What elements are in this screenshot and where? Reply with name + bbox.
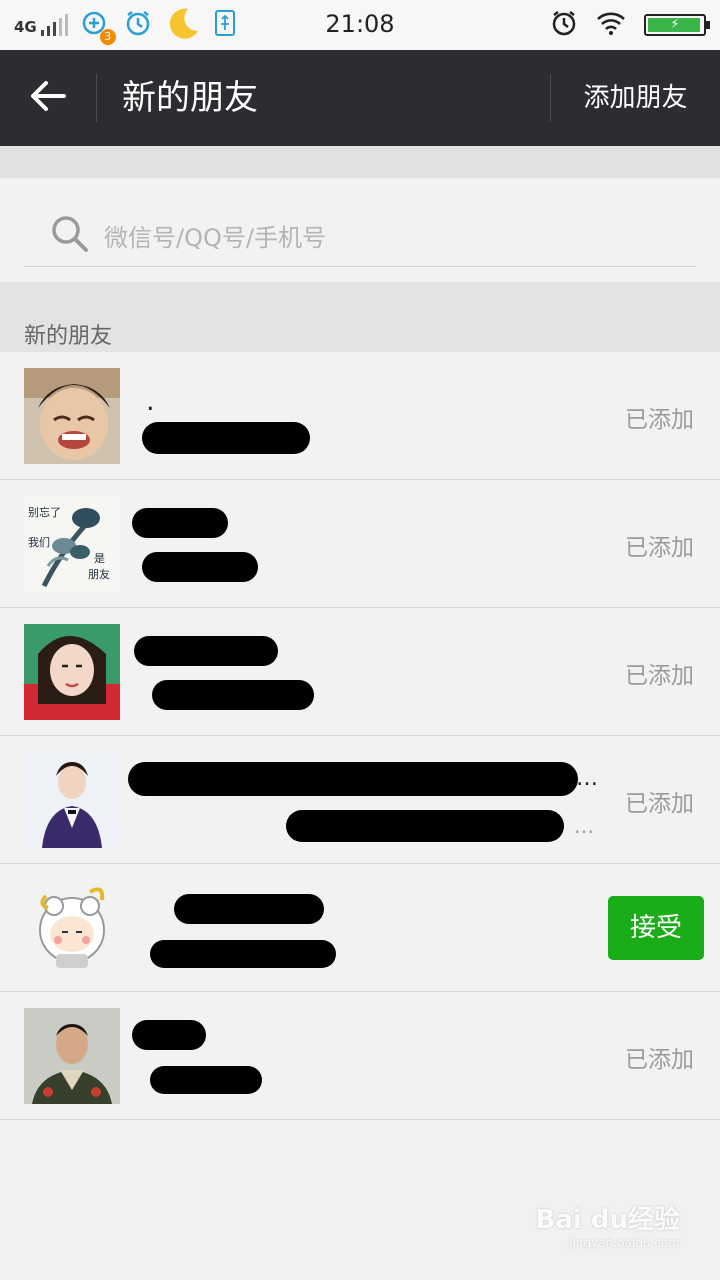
added-status: 已添加 bbox=[625, 535, 694, 561]
contact-name: . bbox=[146, 386, 155, 417]
redaction-mark bbox=[286, 810, 564, 842]
alarm-clock-icon bbox=[550, 9, 578, 41]
redaction-mark bbox=[152, 680, 314, 710]
ellipsis: … bbox=[574, 814, 594, 838]
search-input[interactable]: 微信号/QQ号/手机号 bbox=[24, 204, 696, 267]
list-item[interactable]: . 已添加 bbox=[0, 352, 720, 480]
redaction-mark bbox=[134, 636, 278, 666]
ellipsis: … bbox=[576, 766, 598, 791]
redaction-mark bbox=[132, 1020, 206, 1050]
avatar bbox=[24, 624, 120, 720]
search-icon bbox=[50, 214, 90, 258]
avatar bbox=[24, 752, 120, 848]
added-status: 已添加 bbox=[625, 407, 694, 433]
avatar: 别忘了我们是朋友 bbox=[24, 496, 120, 592]
search-area: 微信号/QQ号/手机号 bbox=[0, 178, 720, 282]
header-divider bbox=[96, 74, 97, 122]
list-item[interactable]: 已添加 bbox=[0, 608, 720, 736]
redaction-mark bbox=[128, 762, 578, 796]
watermark-brand: Bai du经验 bbox=[535, 1205, 680, 1235]
redaction-mark bbox=[150, 940, 336, 968]
list-item[interactable]: 已添加 bbox=[0, 992, 720, 1120]
watermark-url: jingyan.baidu.com bbox=[569, 1236, 680, 1250]
svg-text:我们: 我们 bbox=[28, 535, 50, 549]
page-title: 新的朋友 bbox=[122, 78, 258, 118]
redaction-mark bbox=[150, 1066, 262, 1094]
redaction-mark bbox=[132, 508, 228, 538]
avatar bbox=[24, 368, 120, 464]
wifi-icon bbox=[596, 10, 626, 40]
avatar bbox=[24, 880, 120, 976]
status-bar-right: ⚡ bbox=[550, 8, 710, 42]
svg-text:是: 是 bbox=[94, 552, 105, 565]
spacer bbox=[0, 146, 720, 178]
section-header: 新的朋友 bbox=[0, 282, 720, 352]
svg-text:朋友: 朋友 bbox=[88, 567, 110, 581]
redaction-mark bbox=[174, 894, 324, 924]
baidu-watermark: Bai du经验 jingyan.baidu.com bbox=[536, 1199, 680, 1250]
search-placeholder: 微信号/QQ号/手机号 bbox=[104, 224, 326, 252]
avatar bbox=[24, 1008, 120, 1104]
list-item[interactable]: 接受 bbox=[0, 864, 720, 992]
new-friends-list: . 已添加 别忘了 我们是朋友 已添加 已添加 … … 已添加 接受 已添加 bbox=[0, 352, 720, 1120]
back-button[interactable] bbox=[0, 50, 96, 146]
battery-icon: ⚡ bbox=[644, 14, 710, 36]
redaction-mark bbox=[142, 422, 310, 454]
list-item[interactable]: … … 已添加 bbox=[0, 736, 720, 864]
svg-text:别忘了: 别忘了 bbox=[28, 505, 61, 519]
status-bar: 4G 3 21:08 ⚡ bbox=[0, 0, 720, 50]
accept-button[interactable]: 接受 bbox=[608, 896, 704, 960]
added-status: 已添加 bbox=[625, 663, 694, 689]
back-arrow-icon bbox=[30, 80, 66, 116]
added-status: 已添加 bbox=[625, 791, 694, 817]
list-item[interactable]: 别忘了我们是朋友 已添加 bbox=[0, 480, 720, 608]
redaction-mark bbox=[142, 552, 258, 582]
add-friend-button[interactable]: 添加朋友 bbox=[551, 50, 720, 146]
header-bar: 新的朋友 添加朋友 bbox=[0, 50, 720, 146]
section-label: 新的朋友 bbox=[24, 324, 113, 349]
added-status: 已添加 bbox=[625, 1047, 694, 1073]
